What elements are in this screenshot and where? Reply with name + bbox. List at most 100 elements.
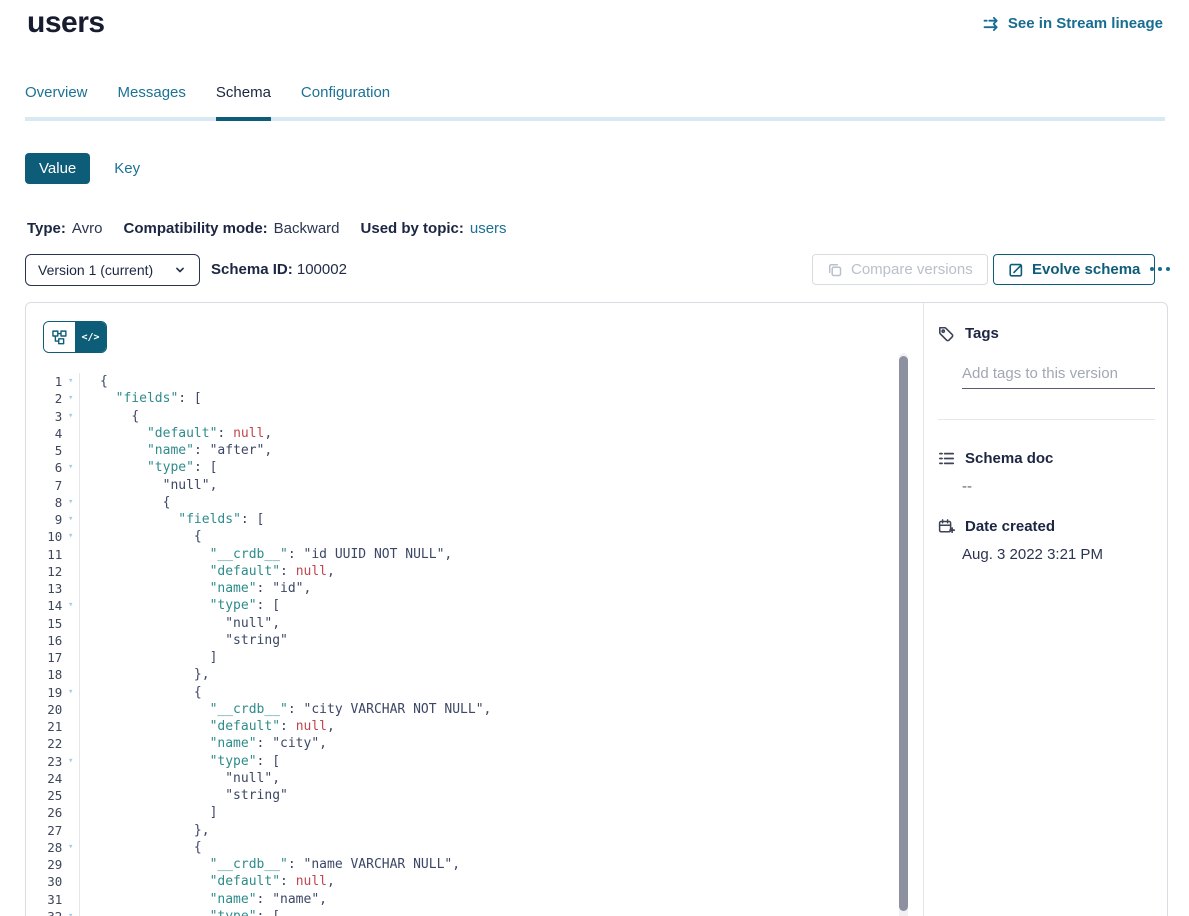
code-token: "default" — [210, 719, 280, 734]
code-token: "null" — [225, 616, 272, 631]
code-token: : [ — [257, 598, 280, 613]
code-token: "fields" — [178, 512, 241, 527]
editor-gutter: 21 — [26, 718, 80, 735]
code-token: "id" — [272, 581, 303, 596]
code-token: "name VARCHAR NULL" — [304, 857, 453, 872]
code-token: "fields" — [116, 391, 179, 406]
fold-toggle-icon[interactable]: ▾ — [62, 753, 79, 770]
code-token: : [ — [257, 754, 280, 769]
code-line: 15 "null", — [26, 615, 898, 632]
fold-toggle-icon[interactable]: ▾ — [62, 373, 79, 390]
code-view-icon: </> — [81, 332, 99, 343]
compare-versions-button[interactable]: Compare versions — [812, 254, 988, 285]
tab-schema[interactable]: Schema — [216, 84, 271, 121]
evolve-schema-button[interactable]: Evolve schema — [993, 254, 1155, 285]
key-toggle-button[interactable]: Key — [114, 160, 140, 177]
code-line: 11 "__crdb__": "id UUID NOT NULL", — [26, 546, 898, 563]
fold-toggle-icon[interactable]: ▾ — [62, 839, 79, 856]
code-token: , — [272, 771, 280, 786]
fold-toggle-icon — [62, 666, 79, 683]
editor-gutter: 31 — [26, 891, 80, 908]
stream-lineage-icon — [983, 16, 1001, 32]
schema-details-sidebar: Tags Schema doc -- Date created — [923, 303, 1168, 916]
code-token: null — [296, 874, 327, 889]
fold-toggle-icon[interactable]: ▾ — [62, 511, 79, 528]
code-text: "name": "name", — [80, 891, 327, 908]
tab-configuration[interactable]: Configuration — [301, 84, 390, 121]
code-token: "name" — [147, 443, 194, 458]
editor-gutter: 14▾ — [26, 597, 80, 614]
topic-link[interactable]: users — [470, 220, 507, 237]
schema-panel: </> 1▾{2▾ "fields": [3▾ {4 "default": nu… — [25, 302, 1168, 916]
fold-toggle-icon[interactable]: ▾ — [62, 908, 79, 916]
code-token: "type" — [147, 460, 194, 475]
editor-scrollbar-thumb[interactable] — [899, 356, 908, 911]
code-token: "city" — [272, 736, 319, 751]
fold-toggle-icon — [62, 615, 79, 632]
code-token: , — [484, 702, 492, 717]
fold-toggle-icon[interactable]: ▾ — [62, 459, 79, 476]
code-line: 12 "default": null, — [26, 563, 898, 580]
tab-messages[interactable]: Messages — [118, 84, 186, 121]
editor-gutter: 16 — [26, 632, 80, 649]
add-tags-input[interactable] — [962, 359, 1155, 389]
value-toggle-button[interactable]: Value — [25, 153, 90, 184]
meta-topic: Used by topic: users — [361, 220, 507, 237]
schema-doc-section-header: Schema doc — [938, 450, 1053, 467]
code-token: , — [444, 547, 452, 562]
code-line: 24 "null", — [26, 770, 898, 787]
code-line: 28▾ { — [26, 839, 898, 856]
schema-id-value: 100002 — [297, 261, 347, 278]
fold-toggle-icon[interactable]: ▾ — [62, 494, 79, 511]
code-line: 13 "name": "id", — [26, 580, 898, 597]
editor-gutter: 3▾ — [26, 408, 80, 425]
code-token: "null" — [163, 478, 210, 493]
fold-toggle-icon — [62, 770, 79, 787]
code-token: "id UUID NOT NULL" — [304, 547, 445, 562]
line-number: 13 — [26, 580, 62, 597]
editor-view-toggle: </> — [43, 321, 107, 353]
schema-doc-value: -- — [962, 478, 972, 495]
fold-toggle-icon[interactable]: ▾ — [62, 528, 79, 545]
code-view-button[interactable]: </> — [75, 322, 106, 352]
fold-toggle-icon[interactable]: ▾ — [62, 390, 79, 407]
code-line: 18 }, — [26, 666, 898, 683]
code-line: 25 "string" — [26, 787, 898, 804]
code-line: 32▾ "type": [ — [26, 908, 898, 916]
code-token: : — [257, 736, 273, 751]
tree-view-button[interactable] — [44, 322, 75, 352]
code-token: { — [100, 374, 108, 389]
meta-compat-value: Backward — [274, 220, 340, 237]
fold-toggle-icon[interactable]: ▾ — [62, 684, 79, 701]
line-number: 19 — [26, 684, 62, 701]
more-options-button[interactable] — [1146, 263, 1174, 275]
code-text: "null", — [80, 770, 280, 787]
code-token: : — [257, 892, 273, 907]
code-text: "__crdb__": "name VARCHAR NULL", — [80, 856, 460, 873]
line-number: 7 — [26, 477, 62, 494]
code-token: { — [194, 685, 202, 700]
tab-overview[interactable]: Overview — [25, 84, 88, 121]
fold-toggle-icon — [62, 477, 79, 494]
schema-code-editor[interactable]: 1▾{2▾ "fields": [3▾ {4 "default": null,5… — [26, 373, 898, 916]
code-token: , — [319, 736, 327, 751]
fold-toggle-icon — [62, 856, 79, 873]
code-token: , — [264, 426, 272, 441]
meta-compat-label: Compatibility mode: — [123, 220, 267, 237]
code-text: { — [80, 528, 202, 545]
fold-toggle-icon — [62, 804, 79, 821]
editor-gutter: 24 — [26, 770, 80, 787]
see-in-stream-lineage-link[interactable]: See in Stream lineage — [983, 15, 1163, 32]
code-text: "__crdb__": "id UUID NOT NULL", — [80, 546, 452, 563]
tags-section-header: Tags — [938, 325, 999, 342]
code-token: "default" — [210, 874, 280, 889]
fold-toggle-icon — [62, 735, 79, 752]
code-token: : — [280, 719, 296, 734]
fold-toggle-icon[interactable]: ▾ — [62, 597, 79, 614]
code-text: }, — [80, 822, 210, 839]
fold-toggle-icon — [62, 442, 79, 459]
version-select[interactable]: Version 1 (current) — [25, 254, 200, 286]
code-token: , — [319, 892, 327, 907]
editor-gutter: 25 — [26, 787, 80, 804]
fold-toggle-icon[interactable]: ▾ — [62, 408, 79, 425]
